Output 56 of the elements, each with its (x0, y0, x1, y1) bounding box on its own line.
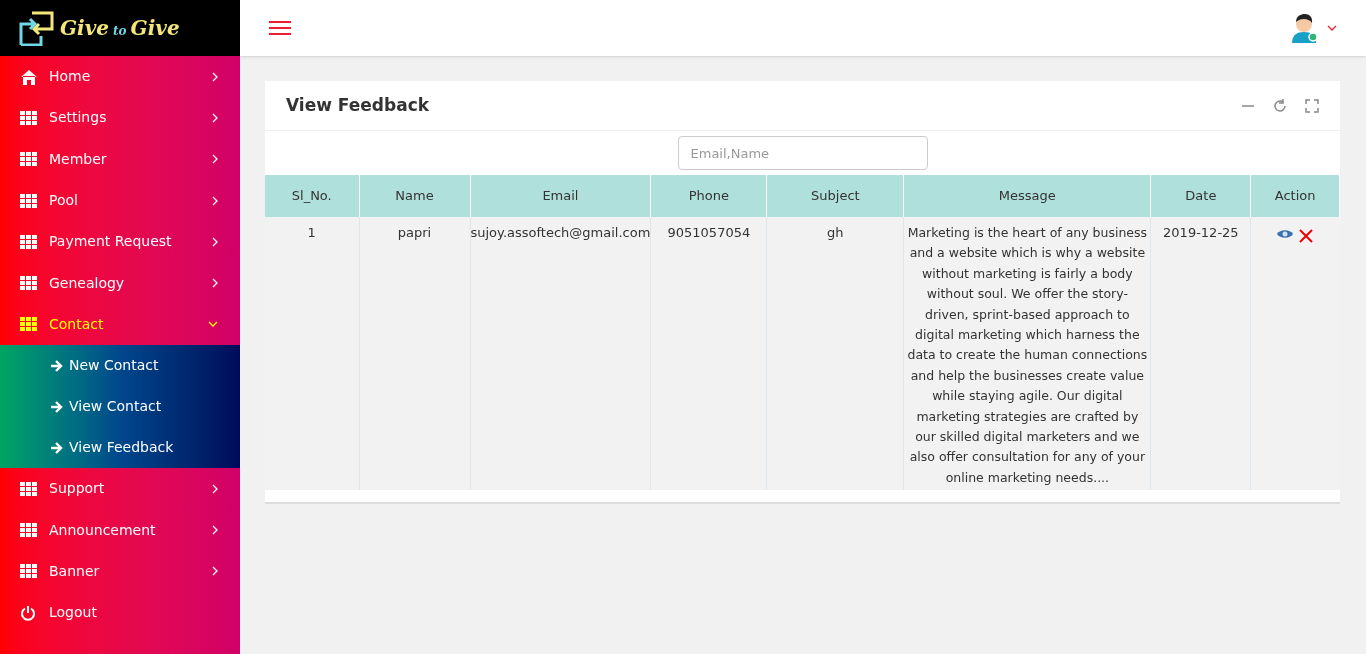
table-cell: 1 (265, 217, 359, 491)
search-field[interactable]: Email,Name (677, 136, 928, 170)
logo-text: Give to Give (60, 15, 180, 42)
grid-icon (20, 481, 37, 496)
sidebar-item[interactable]: Genealogy (0, 262, 240, 304)
chevron-right-icon (212, 278, 218, 289)
chevron-right-icon (212, 71, 218, 82)
chevron-down-icon[interactable] (1327, 25, 1337, 31)
table-cell: 2019-12-25 (1150, 217, 1251, 491)
user-avatar-icon[interactable] (1289, 13, 1319, 43)
chevron-right-icon (212, 154, 218, 165)
grid-icon (20, 193, 37, 208)
sidebar-item[interactable]: Payment Request (0, 221, 240, 263)
sidebar-item[interactable]: Pool (0, 179, 240, 222)
grid-icon (20, 110, 37, 125)
chevron-right-icon (212, 483, 218, 494)
grid-icon (20, 564, 37, 579)
menu-icon[interactable] (269, 20, 291, 36)
grid-icon (20, 523, 37, 537)
table-cell: gh (766, 217, 904, 491)
submenu-item[interactable]: View Contact (0, 386, 240, 428)
delete-icon[interactable] (1299, 229, 1314, 243)
submenu-item[interactable]: New Contact (0, 345, 240, 387)
sidebar-item[interactable]: Settings (0, 97, 240, 139)
table-cell: papri (359, 217, 470, 491)
table-cell: Marketing is the heart of any business and a website which is why a website without marketing is fairly a body without soul. We offer the story-driven, sprint-based approach to digital marketing which harness the data to create the human connections and help the businesses create value while staying agile. Our digital marketing strategies are crafted by our skilled digital marketers and we also offer consultation for any of your online marketing needs.... (903, 217, 1151, 491)
eye-icon[interactable] (1277, 229, 1294, 239)
grid-icon (20, 152, 37, 167)
arrow-right-icon (50, 400, 63, 413)
power-icon (20, 604, 36, 621)
chevron-right-icon (212, 112, 218, 123)
arrow-right-icon (50, 441, 63, 454)
swap-arrows-icon (18, 10, 56, 46)
sidebar-item[interactable]: Home (0, 56, 240, 98)
chevron-right-icon (212, 566, 218, 577)
submenu-item[interactable]: View Feedback (0, 427, 240, 469)
sidebar-item[interactable]: Banner (0, 550, 240, 592)
refresh-icon[interactable] (1273, 98, 1287, 113)
chevron-right-icon (212, 195, 218, 206)
sidebar-item[interactable]: Support (0, 468, 240, 510)
sidebar-item[interactable]: Member (0, 138, 240, 180)
table-cell: sujoy.assoftech@gmail.com (470, 217, 651, 491)
grid-icon (20, 317, 37, 332)
arrow-right-icon (50, 359, 63, 372)
table-cell: 9051057054 (650, 217, 767, 491)
sidebar-item[interactable]: Logout (0, 591, 240, 634)
chevron-right-icon (212, 236, 218, 247)
grid-icon (20, 276, 37, 291)
chevron-down-icon (208, 321, 218, 328)
home-icon (20, 68, 38, 85)
fullscreen-icon[interactable] (1305, 98, 1319, 113)
panel-title: View Feedback (286, 93, 429, 117)
grid-icon (20, 234, 37, 249)
sidebar-item[interactable]: Contact (0, 303, 240, 346)
sidebar-item[interactable]: Announcement (0, 509, 240, 551)
chevron-right-icon (212, 525, 218, 535)
